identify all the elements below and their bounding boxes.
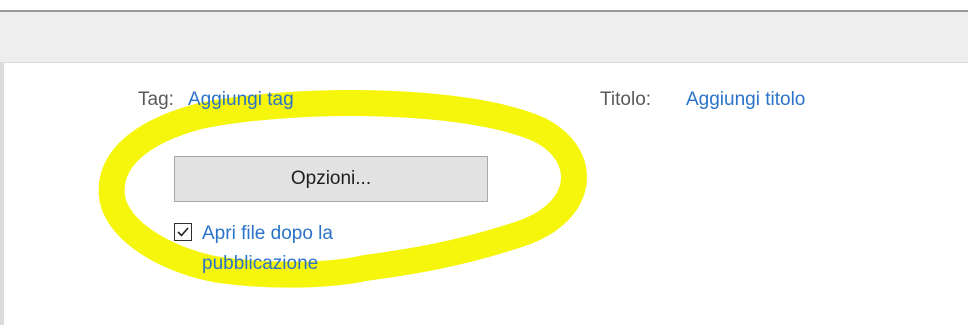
open-after-publish-checkbox[interactable] [174, 223, 192, 241]
checkmark-icon [177, 227, 189, 237]
tag-label: Tag: [138, 89, 174, 110]
add-title-link[interactable]: Aggiungi titolo [686, 89, 805, 111]
options-button[interactable]: Opzioni... [174, 156, 488, 202]
title-label: Titolo: [600, 89, 652, 110]
toolbar-strip [0, 12, 968, 63]
left-edge [0, 62, 4, 325]
add-tag-link[interactable]: Aggiungi tag [188, 89, 294, 111]
open-after-publish-label[interactable]: Apri file dopo la pubblicazione [202, 219, 422, 279]
publish-options-panel: Tag: Aggiungi tag Titolo: Aggiungi titol… [0, 0, 968, 325]
